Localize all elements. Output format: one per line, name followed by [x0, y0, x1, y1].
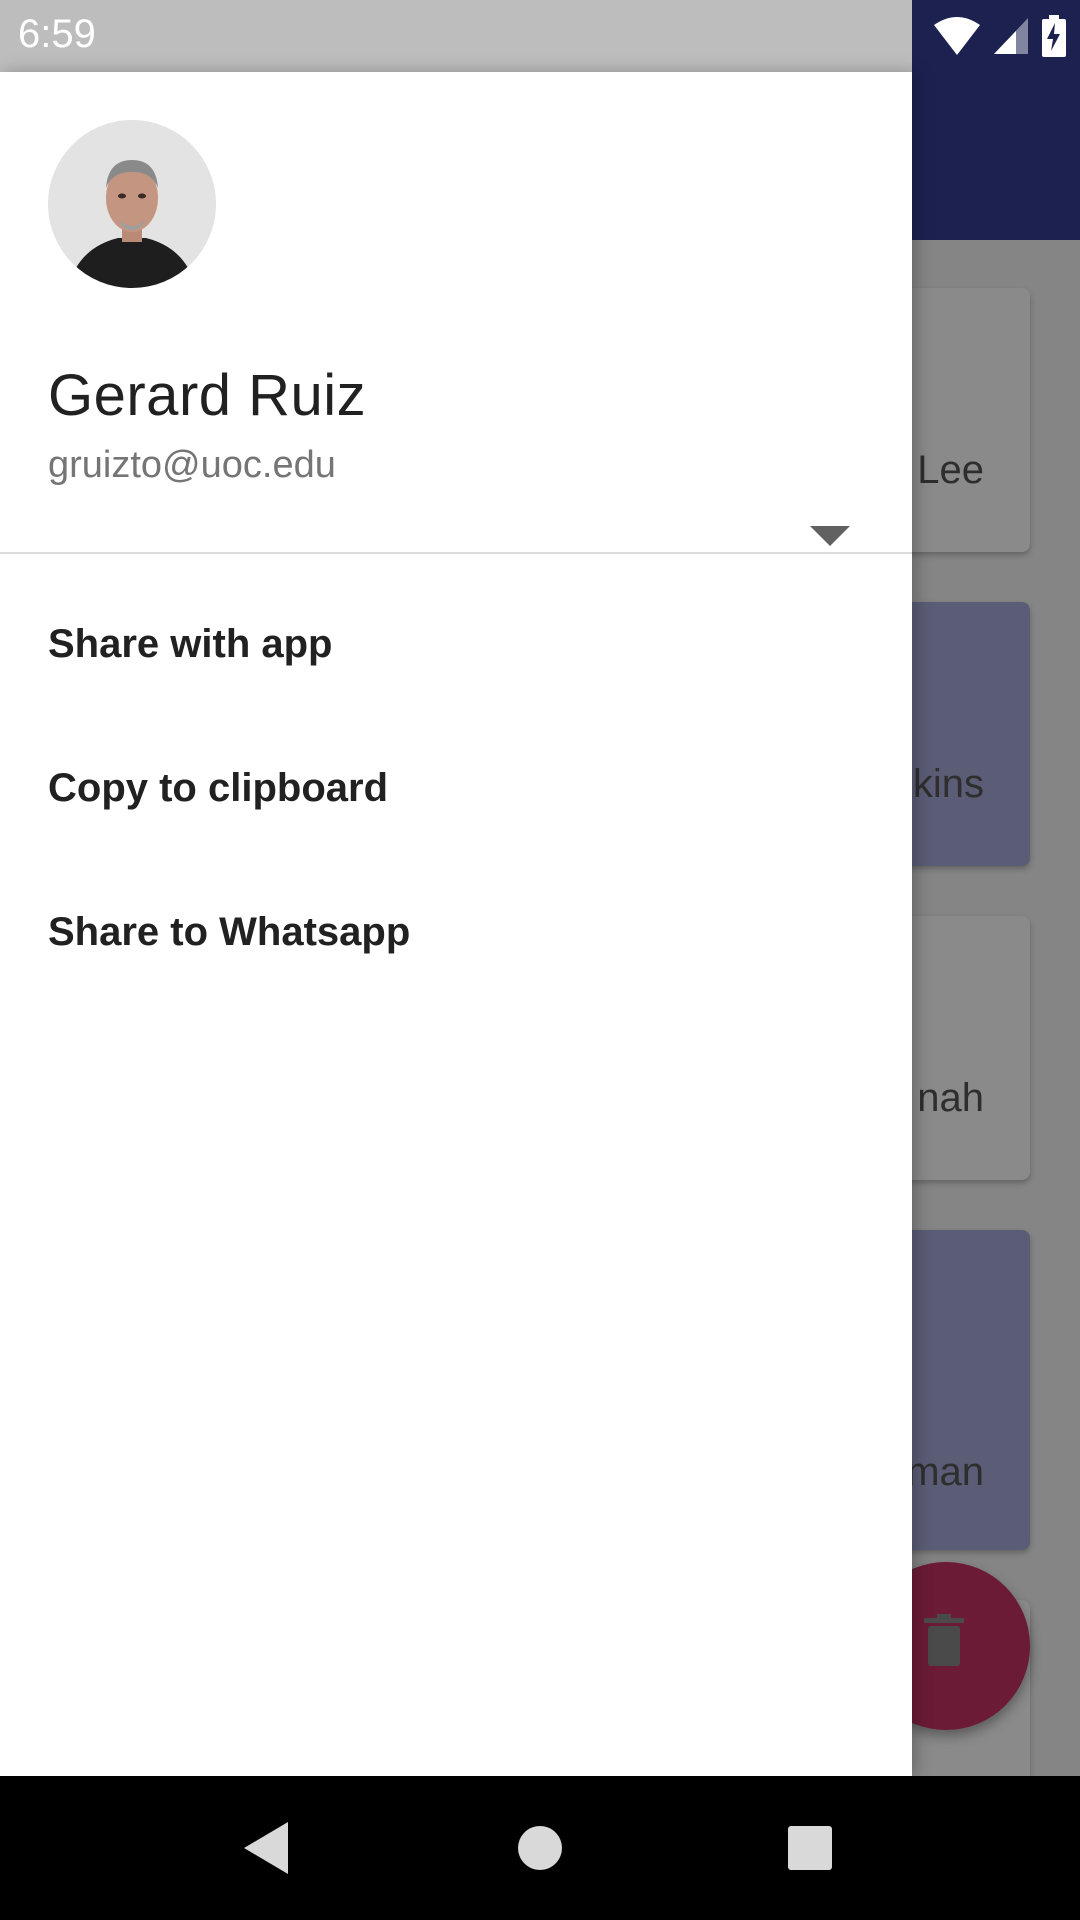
- contact-card-text: nah: [917, 1076, 984, 1120]
- wifi-icon: [934, 17, 980, 55]
- profile-photo: [48, 120, 216, 288]
- status-time: 6:59: [18, 12, 96, 56]
- trash-icon: [924, 1614, 964, 1666]
- menu-item-copy-to-clipboard[interactable]: Copy to clipboard: [0, 720, 912, 864]
- menu-item-label: Share with app: [48, 622, 333, 666]
- drawer-header: Gerard Ruiz gruizto@uoc.edu: [0, 72, 912, 554]
- user-email: gruizto@uoc.edu: [48, 444, 336, 486]
- screen: Lee kins nah man 6:59 Gerard Ruiz gruizt…: [0, 0, 1080, 1920]
- menu-item-share-to-whatsapp[interactable]: Share to Whatsapp: [0, 864, 912, 1008]
- home-icon[interactable]: [504, 1812, 576, 1884]
- menu-item-label: Copy to clipboard: [48, 766, 388, 810]
- contact-card-text: kins: [912, 762, 984, 806]
- back-icon[interactable]: [232, 1812, 304, 1884]
- system-nav-bar: [0, 1776, 1080, 1920]
- avatar[interactable]: [48, 120, 216, 288]
- cell-signal-icon: [994, 18, 1028, 54]
- status-icons: [934, 14, 1066, 58]
- dropdown-arrow-icon[interactable]: [800, 518, 860, 554]
- menu-item-share-with-app[interactable]: Share with app: [0, 576, 912, 720]
- status-bar: 6:59: [0, 0, 1080, 72]
- user-name: Gerard Ruiz: [48, 363, 367, 428]
- battery-charging-icon: [1042, 15, 1066, 57]
- navigation-drawer: Gerard Ruiz gruizto@uoc.edu Share with a…: [0, 72, 912, 1776]
- menu-item-label: Share to Whatsapp: [48, 910, 411, 954]
- contact-card-text: Lee: [917, 448, 984, 492]
- contact-card-text: man: [906, 1450, 984, 1494]
- recents-icon[interactable]: [774, 1812, 846, 1884]
